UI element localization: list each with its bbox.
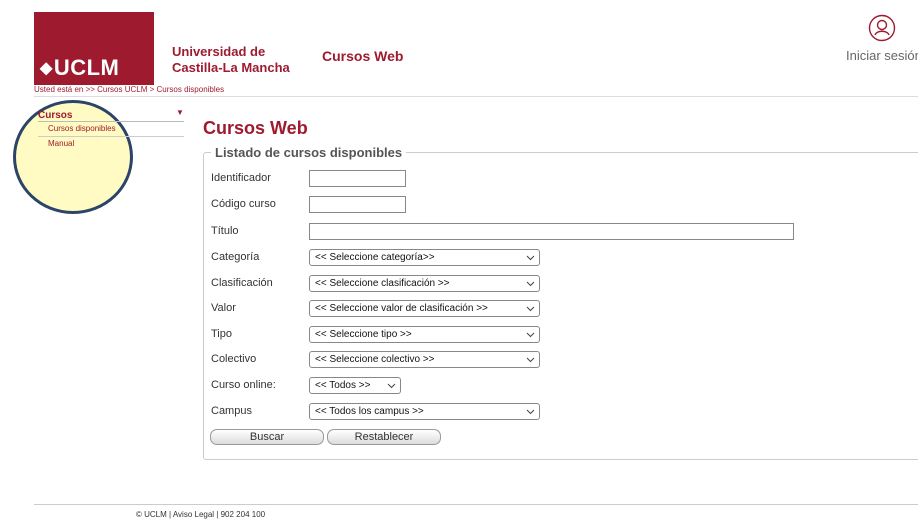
breadcrumb: Usted está en >> Cursos UCLM > Cursos di… bbox=[34, 85, 225, 94]
logo-wordmark: ◆UCLM bbox=[40, 55, 119, 81]
highlight-circle bbox=[13, 100, 133, 214]
chevron-down-icon bbox=[526, 357, 535, 363]
chevron-down-icon bbox=[387, 383, 396, 389]
curso-online-select-value: << Todos >> bbox=[315, 380, 371, 391]
codigo-curso-input[interactable] bbox=[309, 196, 406, 213]
colectivo-select-value: << Seleccione colectivo >> bbox=[315, 354, 435, 365]
clasificacion-select-value: << Seleccione clasificación >> bbox=[315, 278, 450, 289]
footer-divider bbox=[34, 504, 918, 505]
curso-online-select[interactable]: << Todos >> bbox=[309, 377, 401, 394]
logo-text: UCLM bbox=[53, 55, 120, 80]
clasificacion-label: Clasificación bbox=[211, 277, 273, 289]
identificador-label: Identificador bbox=[211, 172, 271, 184]
reset-button[interactable]: Restablecer bbox=[327, 429, 441, 445]
user-icon bbox=[868, 14, 896, 42]
tipo-select[interactable]: << Seleccione tipo >> bbox=[309, 326, 540, 343]
page-title: Cursos Web bbox=[203, 118, 308, 138]
sidebar-item-cursos-disponibles[interactable]: Cursos disponibles bbox=[48, 124, 116, 133]
chevron-down-icon bbox=[526, 409, 535, 415]
university-name-line1: Universidad de bbox=[172, 44, 266, 59]
curso-online-label: Curso online: bbox=[211, 379, 276, 391]
tipo-select-value: << Seleccione tipo >> bbox=[315, 329, 412, 340]
footer: © UCLM | Aviso Legal | 902 204 100 bbox=[136, 510, 266, 519]
sidebar-item-divider bbox=[38, 136, 184, 137]
valor-select[interactable]: << Seleccione valor de clasificación >> bbox=[309, 300, 540, 317]
logo-emblem-icon: ◆ bbox=[40, 60, 53, 77]
campus-select[interactable]: << Todos los campus >> bbox=[309, 403, 540, 420]
clasificacion-select[interactable]: << Seleccione clasificación >> bbox=[309, 275, 540, 292]
categoria-label: Categoría bbox=[211, 251, 260, 263]
codigo-curso-label: Código curso bbox=[211, 198, 276, 210]
form-legend: Listado de cursos disponibles bbox=[211, 145, 407, 160]
app-title[interactable]: Cursos Web bbox=[322, 48, 403, 64]
caret-down-icon[interactable]: ▼ bbox=[176, 108, 184, 117]
search-button[interactable]: Buscar bbox=[210, 429, 324, 445]
colectivo-select[interactable]: << Seleccione colectivo >> bbox=[309, 351, 540, 368]
tipo-label: Tipo bbox=[211, 328, 232, 340]
chevron-down-icon bbox=[526, 306, 535, 312]
university-name[interactable]: Universidad de Castilla-La Mancha bbox=[172, 44, 312, 76]
chevron-down-icon bbox=[526, 332, 535, 338]
valor-label: Valor bbox=[211, 302, 236, 314]
titulo-label: Título bbox=[211, 225, 239, 237]
header-divider bbox=[34, 96, 918, 97]
university-name-line2: Castilla-La Mancha bbox=[172, 60, 290, 75]
sidebar-title[interactable]: Cursos bbox=[38, 110, 72, 121]
login-label: Iniciar sesión bbox=[846, 48, 918, 63]
chevron-down-icon bbox=[526, 281, 535, 287]
campus-label: Campus bbox=[211, 405, 252, 417]
uclm-logo[interactable]: ◆UCLM bbox=[34, 12, 154, 85]
identificador-input[interactable] bbox=[309, 170, 406, 187]
sidebar-divider bbox=[38, 121, 184, 122]
categoria-select-value: << Seleccione categoría>> bbox=[315, 252, 435, 263]
sidebar-item-manual[interactable]: Manual bbox=[48, 139, 74, 148]
categoria-select[interactable]: << Seleccione categoría>> bbox=[309, 249, 540, 266]
valor-select-value: << Seleccione valor de clasificación >> bbox=[315, 303, 488, 314]
titulo-input[interactable] bbox=[309, 223, 794, 240]
colectivo-label: Colectivo bbox=[211, 353, 257, 365]
campus-select-value: << Todos los campus >> bbox=[315, 406, 424, 417]
chevron-down-icon bbox=[526, 255, 535, 261]
